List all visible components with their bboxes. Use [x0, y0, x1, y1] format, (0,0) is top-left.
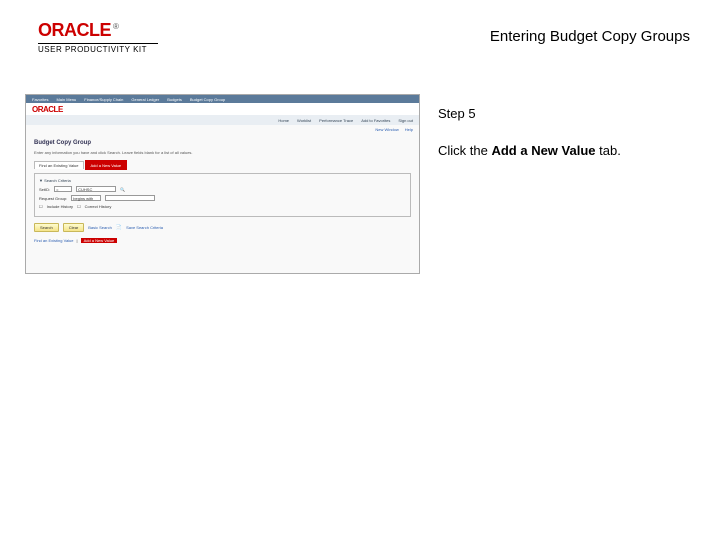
ss-field-row: SetID: = CUHSC 🔍 [39, 186, 406, 192]
ss-setid-label: SetID: [39, 187, 50, 192]
ss-foot-find[interactable]: Find an Existing Value [34, 238, 74, 243]
save-icon: 📄 [116, 225, 122, 231]
ss-oracle-logo: ORACLE [26, 103, 419, 115]
logo-divider [38, 43, 158, 44]
ss-checkbox-row: ☐ Include History ☐ Correct History [39, 204, 406, 209]
content-area: Favorites Main Menu Finance/Supply Chain… [0, 94, 720, 274]
oracle-logo-text: ORACLE [38, 20, 111, 40]
ss-nav-item: Budgets [167, 97, 182, 102]
ss-link: Home [278, 118, 289, 123]
ss-correct-history: Correct History [85, 204, 112, 209]
checkbox-icon[interactable]: ☐ [39, 204, 43, 209]
checkbox-icon[interactable]: ☐ [77, 204, 81, 209]
ss-link: Worklist [297, 118, 311, 123]
ss-foot-add[interactable]: Add a New Value [81, 238, 118, 243]
instruction-text: Click the Add a New Value tab. [438, 139, 621, 162]
ss-button-row: Search Clear Basic Search 📄 Save Search … [34, 223, 411, 232]
ss-tab-add[interactable]: Add a New Value [86, 161, 127, 169]
instruction-prefix: Click the [438, 143, 491, 158]
logo-block: ORACLE® USER PRODUCTIVITY KIT [38, 20, 158, 54]
header: ORACLE® USER PRODUCTIVITY KIT Entering B… [0, 0, 720, 64]
ss-group-op[interactable]: begins with [71, 195, 101, 201]
ss-clear-button[interactable]: Clear [63, 223, 85, 232]
ss-panel-title: ▼ Search Criteria [39, 178, 406, 183]
oracle-logo: ORACLE® [38, 20, 158, 41]
divider: | [77, 238, 78, 243]
step-label: Step 5 [438, 102, 621, 125]
instructions-panel: Step 5 Click the Add a New Value tab. [420, 94, 621, 274]
ss-group-label: Request Group: [39, 196, 67, 201]
ss-footer-links: Find an Existing Value | Add a New Value [34, 238, 411, 243]
ss-setid-op[interactable]: = [54, 186, 72, 192]
ss-link: Performance Trace [319, 118, 353, 123]
oracle-logo-tm: ® [113, 22, 118, 31]
ss-nav-item: Finance/Supply Chain [84, 97, 123, 102]
ss-subtext: Enter any information you have and click… [34, 150, 411, 155]
ss-nav-item: General Ledger [131, 97, 159, 102]
ss-help-link: Help [405, 127, 413, 132]
ss-heading: Budget Copy Group [34, 140, 411, 146]
ss-basic-search-link[interactable]: Basic Search [88, 225, 112, 230]
instruction-suffix: tab. [596, 143, 621, 158]
ss-search-panel: ▼ Search Criteria SetID: = CUHSC 🔍 Reque… [34, 173, 411, 217]
instruction-bold: Add a New Value [491, 143, 595, 158]
ss-link: Sign out [398, 118, 413, 123]
ss-setid-value[interactable]: CUHSC [76, 186, 116, 192]
lookup-icon[interactable]: 🔍 [120, 187, 125, 192]
upk-label: USER PRODUCTIVITY KIT [38, 45, 158, 54]
ss-secondary-nav: Home Worklist Performance Trace Add to F… [26, 115, 419, 125]
ss-nav-item: Main Menu [56, 97, 76, 102]
ss-field-row: Request Group: begins with [39, 195, 406, 201]
ss-body: Budget Copy Group Enter any information … [26, 134, 419, 249]
ss-tabs: Find an Existing Value Add a New Value [34, 161, 411, 169]
page-title: Entering Budget Copy Groups [490, 28, 690, 45]
embedded-screenshot: Favorites Main Menu Finance/Supply Chain… [25, 94, 420, 274]
ss-corner-links: New Window Help [26, 125, 419, 134]
ss-new-window-link: New Window [375, 127, 398, 132]
ss-nav-item: Favorites [32, 97, 48, 102]
ss-top-nav: Favorites Main Menu Finance/Supply Chain… [26, 95, 419, 103]
ss-save-search-link[interactable]: Save Search Criteria [126, 225, 163, 230]
ss-group-value[interactable] [105, 195, 155, 201]
ss-link: Add to Favorites [361, 118, 390, 123]
ss-tab-find[interactable]: Find an Existing Value [34, 161, 84, 169]
ss-nav-item: Budget Copy Group [190, 97, 225, 102]
ss-search-button[interactable]: Search [34, 223, 59, 232]
ss-include-history: Include History [47, 204, 73, 209]
